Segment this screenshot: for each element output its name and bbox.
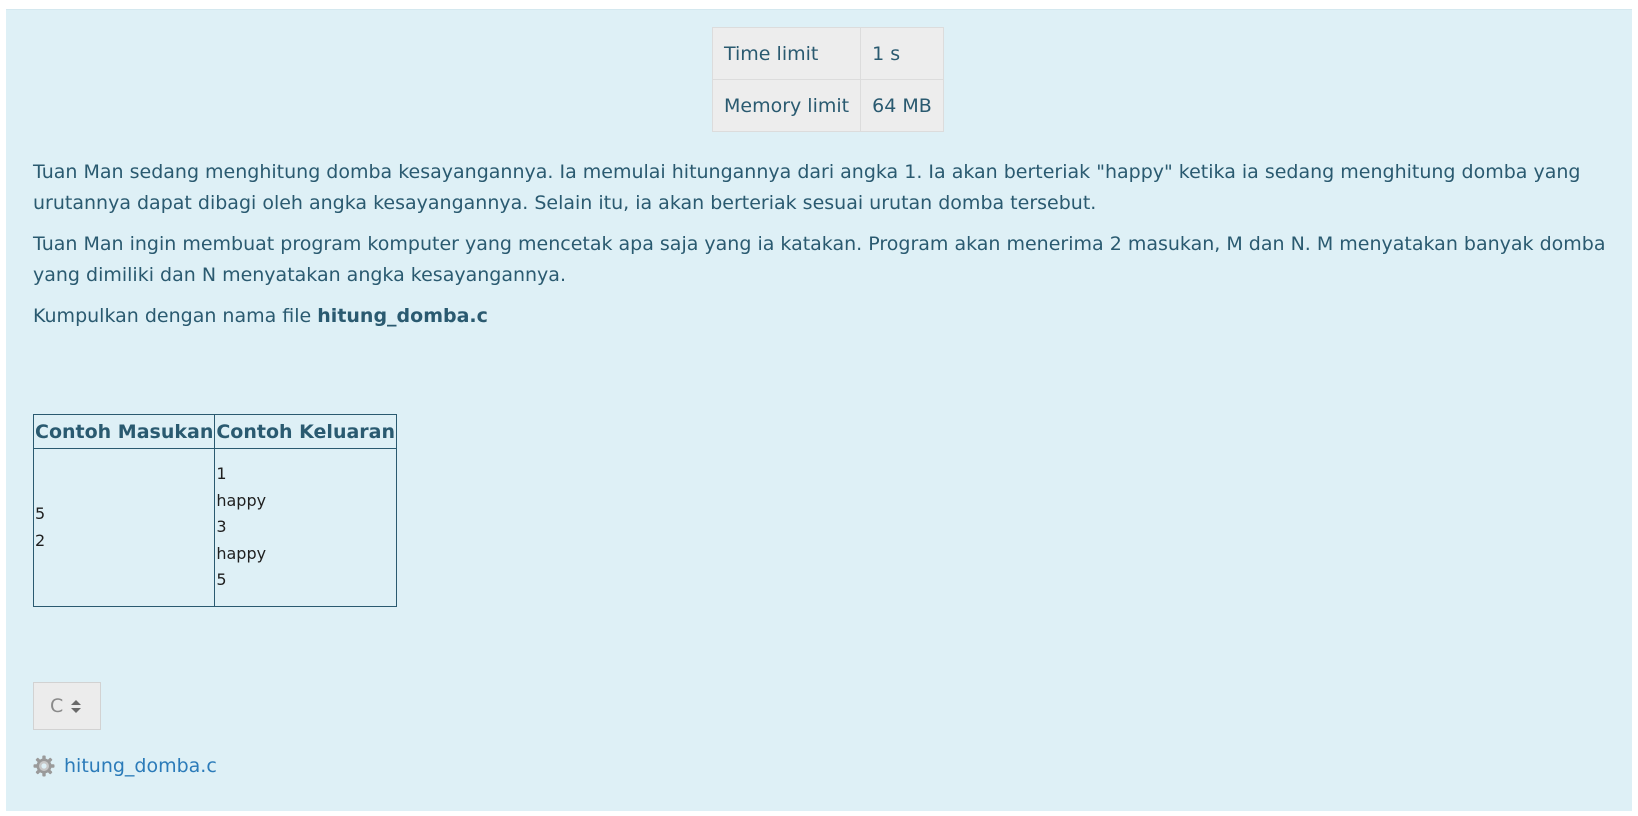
sample-output-line: 3	[216, 517, 227, 537]
sample-output-cell: 1 happy 3 happy 5	[214, 448, 398, 607]
description-paragraph-2: Tuan Man ingin membuat program komputer …	[33, 233, 1606, 286]
sample-io-table: Contoh Masukan Contoh Keluaran 5 2 1 hap…	[32, 414, 398, 607]
description-paragraph-1: Tuan Man sedang menghitung domba kesayan…	[33, 161, 1581, 214]
select-arrows-icon	[71, 699, 82, 713]
time-limit-row: Time limit 1 s	[711, 27, 944, 80]
gear-icon	[33, 755, 55, 777]
submit-instruction: Kumpulkan dengan nama file hitung_domba.…	[33, 301, 1613, 332]
sample-output-header: Contoh Keluaran	[214, 414, 398, 449]
sample-output-line: happy	[216, 543, 267, 563]
sample-input-header: Contoh Masukan	[32, 414, 216, 449]
submit-prefix: Kumpulkan dengan nama file	[33, 305, 318, 327]
submit-filename: hitung_domba.c	[317, 305, 488, 327]
time-limit-value: 1 s	[860, 27, 944, 80]
sample-body-row: 5 2 1 happy 3 happy 5	[32, 448, 398, 607]
sample-header-row: Contoh Masukan Contoh Keluaran	[32, 414, 398, 449]
sample-input-line: 2	[35, 530, 46, 550]
problem-description: Tuan Man sedang menghitung domba kesayan…	[33, 157, 1613, 342]
file-link-row: hitung_domba.c	[32, 754, 217, 778]
memory-limit-label: Memory limit	[711, 79, 862, 132]
sample-input-line: 5	[35, 504, 46, 523]
sample-output-line: 5	[216, 570, 227, 590]
language-select-value: C	[50, 695, 64, 717]
language-select[interactable]: C	[33, 682, 101, 730]
sample-input-cell: 5 2	[32, 448, 216, 607]
time-limit-label: Time limit	[711, 27, 862, 80]
problem-panel: Time limit 1 s Memory limit 64 MB Tuan M…	[6, 9, 1632, 811]
limits-table: Time limit 1 s Memory limit 64 MB	[711, 27, 944, 132]
memory-limit-value: 64 MB	[860, 79, 944, 132]
memory-limit-row: Memory limit 64 MB	[711, 79, 944, 132]
sample-output-line: happy	[216, 490, 267, 510]
file-link[interactable]: hitung_domba.c	[64, 754, 217, 778]
sample-output-line: 1	[216, 464, 227, 484]
